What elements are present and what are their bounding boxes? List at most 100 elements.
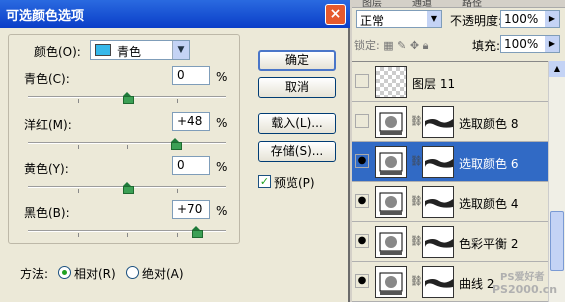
layer-name: 图层 11 bbox=[412, 77, 456, 91]
slider-value-input[interactable]: 0 bbox=[172, 66, 210, 85]
triangle-right-icon[interactable]: ▶ bbox=[545, 11, 559, 27]
method-label: 方法: bbox=[20, 267, 49, 281]
opacity-value: 100% bbox=[504, 12, 539, 26]
percent-sign: % bbox=[216, 160, 228, 174]
slider-value-input[interactable]: +48 bbox=[172, 112, 210, 131]
save-button[interactable]: 存储(S)... bbox=[258, 141, 336, 162]
tab-paths[interactable]: 路径 bbox=[462, 0, 482, 7]
opacity-input[interactable]: 100% ▶ bbox=[500, 10, 560, 28]
layer-mask-thumbnail[interactable] bbox=[422, 106, 454, 138]
slider-tick bbox=[77, 233, 79, 237]
slider-tick bbox=[176, 99, 178, 103]
adjustment-icon[interactable] bbox=[375, 106, 407, 138]
absolute-label: 绝对(A) bbox=[142, 267, 184, 281]
slider-tick bbox=[77, 99, 79, 103]
blend-mode-select[interactable]: 正常 ▼ bbox=[356, 10, 442, 28]
layer-list-scrollbar[interactable]: ▲ bbox=[548, 61, 565, 302]
fill-input[interactable]: 100% ▶ bbox=[500, 35, 560, 53]
slider-value-input[interactable]: 0 bbox=[172, 156, 210, 175]
preview-label: 预览(P) bbox=[274, 176, 315, 190]
triangle-right-icon[interactable]: ▶ bbox=[545, 36, 559, 52]
slider-label: 黄色(Y): bbox=[24, 162, 69, 176]
dialog-titlebar[interactable]: 可选颜色选项 × bbox=[0, 0, 350, 28]
slider-thumb[interactable] bbox=[170, 138, 182, 150]
layer-mask-thumbnail[interactable] bbox=[422, 186, 454, 218]
slider-track[interactable] bbox=[28, 142, 226, 144]
adjustment-icon[interactable] bbox=[375, 186, 407, 218]
adjustment-icon[interactable] bbox=[375, 146, 407, 178]
load-button[interactable]: 载入(L)... bbox=[258, 113, 336, 134]
chevron-down-icon: ▼ bbox=[427, 11, 441, 27]
slider-tick bbox=[176, 189, 178, 193]
preview-checkbox[interactable]: ✓ bbox=[258, 175, 271, 188]
slider-value-input[interactable]: +70 bbox=[172, 200, 210, 219]
layer-mask-thumbnail[interactable] bbox=[422, 226, 454, 258]
visibility-eye-icon[interactable]: ● bbox=[355, 154, 369, 168]
slider-thumb[interactable] bbox=[192, 226, 204, 238]
scroll-up-icon[interactable]: ▲ bbox=[549, 61, 565, 77]
layer-row[interactable]: ⛓ 选取颜色 8 bbox=[352, 102, 548, 142]
layer-name: 选取颜色 8 bbox=[459, 117, 519, 131]
tab-layers[interactable]: 图层 bbox=[362, 0, 382, 7]
percent-sign: % bbox=[216, 204, 228, 218]
chevron-down-icon: ▼ bbox=[172, 41, 189, 59]
chain-link-icon[interactable]: ⛓ bbox=[410, 116, 423, 127]
scrollbar-thumb[interactable] bbox=[550, 211, 564, 271]
slider-label: 黑色(B): bbox=[24, 206, 70, 220]
slider-thumb[interactable] bbox=[123, 182, 134, 194]
visibility-eye-icon[interactable] bbox=[355, 74, 369, 88]
panel-tabs: 图层 通道 路径 bbox=[352, 0, 565, 8]
slider-tick bbox=[77, 145, 79, 149]
layer-row[interactable]: 图层 11 bbox=[352, 62, 548, 102]
watermark-line1: PS爱好者 bbox=[500, 272, 545, 283]
absolute-radio[interactable] bbox=[126, 266, 139, 279]
percent-sign: % bbox=[216, 70, 228, 84]
color-swatch bbox=[95, 44, 111, 56]
lock-all-icon[interactable]: 🔒︎ bbox=[423, 39, 429, 52]
slider-tick bbox=[176, 233, 178, 237]
relative-radio[interactable] bbox=[58, 266, 71, 279]
layer-name: 选取颜色 4 bbox=[459, 197, 519, 211]
layer-thumbnail[interactable] bbox=[375, 66, 407, 98]
visibility-eye-icon[interactable] bbox=[355, 114, 369, 128]
adjustment-icon[interactable] bbox=[375, 266, 407, 298]
lock-label: 锁定: bbox=[354, 39, 380, 52]
layer-mask-thumbnail[interactable] bbox=[422, 146, 454, 178]
color-dropdown[interactable]: 青色 ▼ bbox=[90, 40, 190, 60]
watermark-line2: PS2000.cn bbox=[492, 283, 558, 296]
layer-row[interactable]: ● ⛓ 色彩平衡 2 bbox=[352, 222, 548, 262]
lock-row: 锁定: ▦ ✎ ✥ 🔒︎ bbox=[354, 37, 428, 53]
percent-sign: % bbox=[216, 116, 228, 130]
watermark: PS爱好者 PS2000.cn bbox=[488, 268, 565, 300]
tab-channels[interactable]: 通道 bbox=[412, 0, 432, 7]
chain-link-icon[interactable]: ⛓ bbox=[410, 236, 423, 247]
ok-button[interactable]: 确定 bbox=[258, 50, 336, 71]
close-button[interactable]: × bbox=[325, 4, 346, 25]
chain-link-icon[interactable]: ⛓ bbox=[410, 156, 423, 167]
chain-link-icon[interactable]: ⛓ bbox=[410, 276, 423, 287]
adjustment-icon[interactable] bbox=[375, 226, 407, 258]
layer-name: 色彩平衡 2 bbox=[459, 237, 519, 251]
lock-paint-icon[interactable]: ✎ bbox=[397, 39, 406, 52]
visibility-eye-icon[interactable]: ● bbox=[355, 274, 369, 288]
layer-row[interactable]: ● ⛓ 选取颜色 4 bbox=[352, 182, 548, 222]
layer-list: 图层 11 ⛓ 选取颜色 8 ● ⛓ 选取颜色 6 ● ⛓ 选取颜色 4 ● ⛓ 色彩平衡 2 ● ⛓ 曲线… bbox=[352, 61, 548, 302]
slider-thumb[interactable] bbox=[123, 92, 134, 104]
layer-row[interactable]: ● ⛓ 选取颜色 6 bbox=[352, 142, 548, 182]
slider-tick bbox=[127, 233, 128, 237]
fill-label: 填充: bbox=[472, 39, 501, 53]
fill-value: 100% bbox=[504, 37, 539, 51]
color-label: 颜色(O): bbox=[34, 45, 81, 59]
visibility-eye-icon[interactable]: ● bbox=[355, 194, 369, 208]
visibility-eye-icon[interactable]: ● bbox=[355, 234, 369, 248]
chain-link-icon[interactable]: ⛓ bbox=[410, 196, 423, 207]
blend-mode-value: 正常 bbox=[360, 14, 385, 28]
lock-transparency-icon[interactable]: ▦ bbox=[383, 39, 393, 52]
cancel-button[interactable]: 取消 bbox=[258, 77, 336, 98]
lock-move-icon[interactable]: ✥ bbox=[410, 39, 419, 52]
opacity-label: 不透明度: bbox=[450, 14, 503, 28]
relative-label: 相对(R) bbox=[74, 267, 116, 281]
layer-mask-thumbnail[interactable] bbox=[422, 266, 454, 298]
layers-panel: 图层 通道 路径 正常 ▼ 不透明度: 100% ▶ 锁定: ▦ ✎ ✥ 🔒︎ … bbox=[352, 0, 565, 302]
slider-label: 洋红(M): bbox=[24, 118, 72, 132]
